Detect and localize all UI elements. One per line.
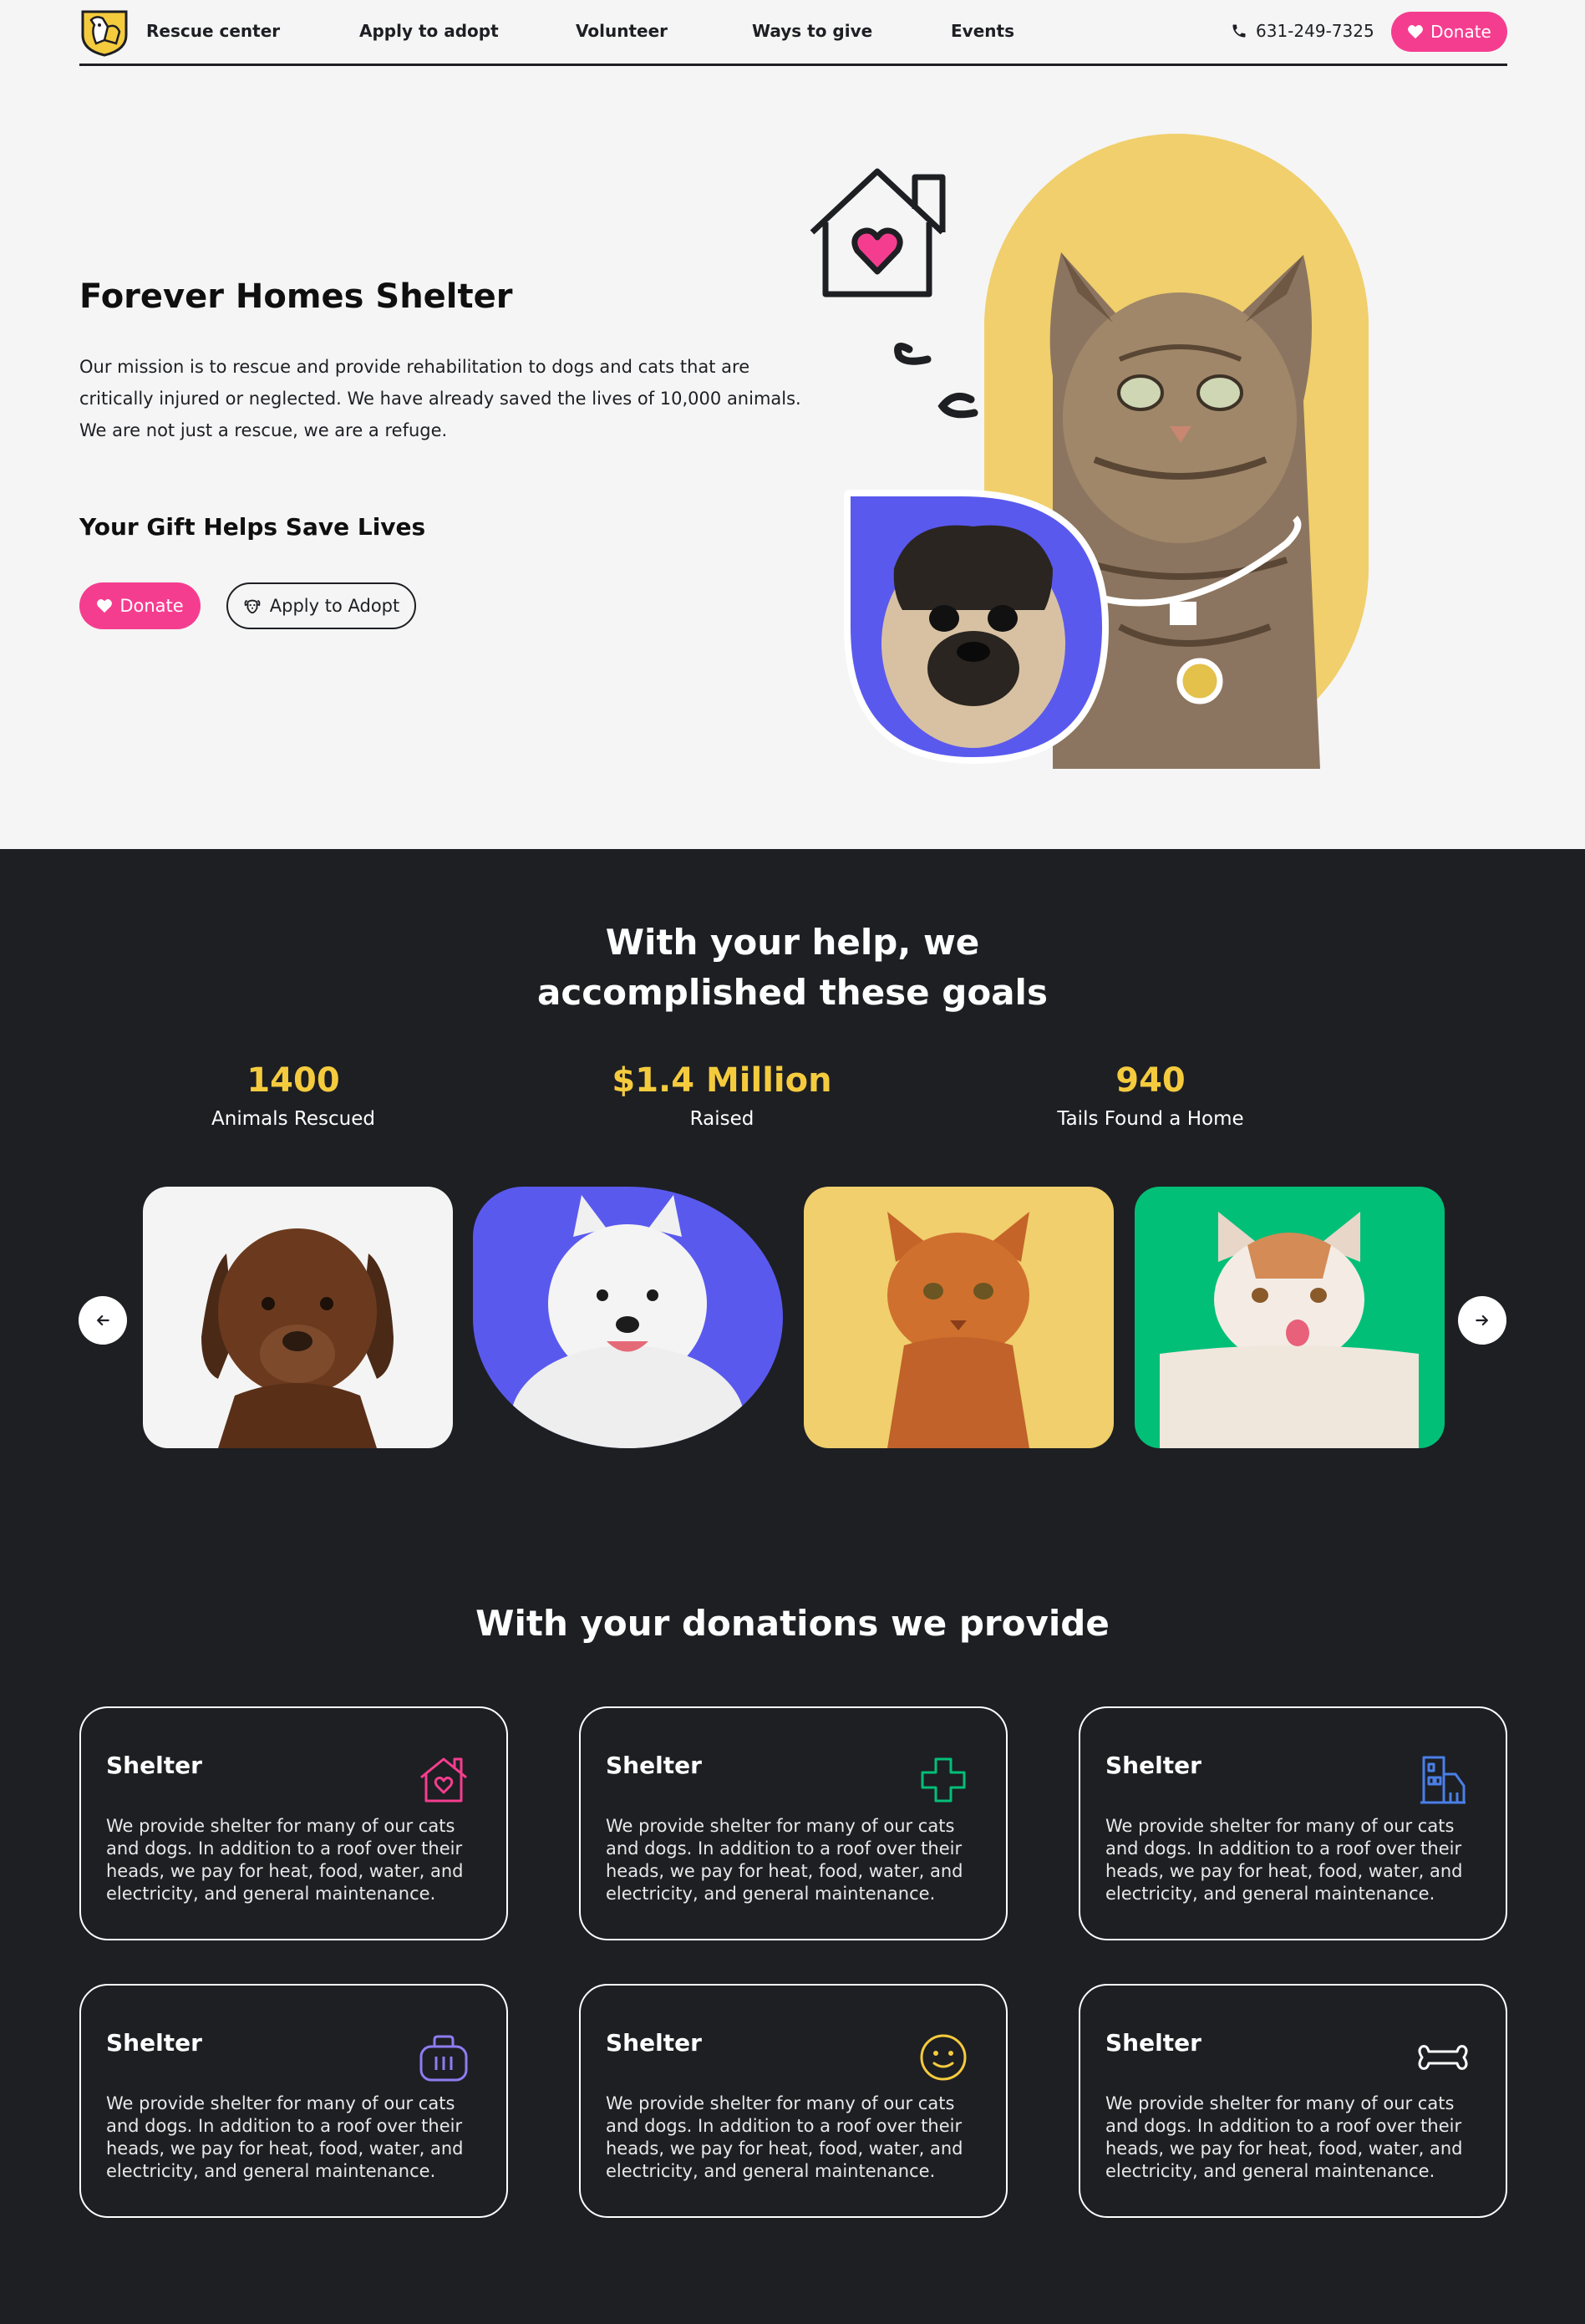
hero-donate-label: Donate: [119, 596, 184, 616]
pet-carrier-icon: [419, 2035, 468, 2082]
provide-card-title: Shelter: [106, 2029, 202, 2057]
dog-face-icon: [244, 599, 261, 614]
nav-link-events[interactable]: Events: [951, 21, 1014, 41]
stat-label: Tails Found a Home: [1057, 1108, 1244, 1130]
provide-card: Shelter We provide shelter for many of o…: [79, 1706, 508, 1940]
hero-title: Forever Homes Shelter: [79, 277, 513, 316]
white-orange-cat-image: [1160, 1212, 1419, 1448]
carousel-card-white-orange-cat[interactable]: [1135, 1187, 1445, 1448]
nav-link-apply-to-adopt[interactable]: Apply to adopt: [359, 21, 499, 41]
provide-card: Shelter We provide shelter for many of o…: [1079, 1984, 1507, 2218]
squiggle-decoration: [894, 342, 932, 365]
stat-tails-found-a-home: 940 Tails Found a Home: [983, 1060, 1318, 1130]
stat-raised: $1.4 Million Raised: [555, 1060, 889, 1130]
arrow-left-icon: [97, 1315, 109, 1326]
hero-apply-to-adopt-button[interactable]: Apply to Adopt: [226, 582, 416, 629]
nav-link-volunteer[interactable]: Volunteer: [576, 21, 668, 41]
hero-adopt-label: Apply to Adopt: [269, 596, 400, 616]
heart-icon: [1408, 25, 1424, 39]
stat-value: $1.4 Million: [612, 1061, 832, 1100]
stat-value: 940: [1115, 1061, 1186, 1100]
arrow-right-icon: [1476, 1315, 1488, 1326]
phone-number: 631-249-7325: [1256, 21, 1374, 41]
phone-icon: [1232, 24, 1246, 38]
phone-link[interactable]: 631-249-7325: [1231, 21, 1374, 41]
provide-card: Shelter We provide shelter for many of o…: [579, 1706, 1008, 1940]
stat-animals-rescued: 1400 Animals Rescued: [126, 1060, 460, 1130]
provide-card-title: Shelter: [606, 2029, 702, 2057]
building-icon: [1420, 1756, 1466, 1804]
provide-card-title: Shelter: [106, 1752, 202, 1779]
carousel-next-button[interactable]: [1458, 1296, 1506, 1345]
brown-dog-image: [201, 1228, 394, 1448]
stat-label: Raised: [689, 1108, 754, 1130]
orange-cat-image: [887, 1212, 1029, 1448]
nav-donate-button[interactable]: Donate: [1391, 12, 1507, 52]
squiggle-decoration: [937, 392, 978, 419]
provide-card-text: We provide shelter for many of our cats …: [106, 2093, 464, 2181]
hero-mission-text: Our mission is to rescue and provide reh…: [79, 357, 801, 440]
provide-card-text: We provide shelter for many of our cats …: [606, 2093, 963, 2181]
logo-icon[interactable]: [79, 7, 130, 57]
provide-card: Shelter We provide shelter for many of o…: [1079, 1706, 1507, 1940]
provide-title: With your donations we provide: [475, 1603, 1110, 1644]
smiley-icon: [920, 2034, 967, 2081]
provide-card-title: Shelter: [606, 1752, 702, 1779]
top-nav: Rescue center Apply to adopt Volunteer W…: [79, 0, 1507, 66]
medical-cross-icon: [921, 1757, 966, 1803]
provide-card-text: We provide shelter for many of our cats …: [606, 1816, 963, 1904]
provide-card: Shelter We provide shelter for many of o…: [579, 1984, 1008, 2218]
hero-illustration: [810, 134, 1369, 769]
provide-card-title: Shelter: [1105, 1752, 1201, 1779]
hero-donate-button[interactable]: Donate: [79, 582, 201, 629]
nav-link-ways-to-give[interactable]: Ways to give: [752, 21, 872, 41]
goals-title: With your help, we accomplished these go…: [0, 918, 1585, 1018]
goals-title-line-1: With your help, we: [605, 922, 980, 963]
carousel-prev-button[interactable]: [79, 1296, 127, 1345]
nav-link-rescue-center[interactable]: Rescue center: [146, 21, 280, 41]
house-heart-icon: [810, 168, 946, 297]
stat-value: 1400: [246, 1061, 340, 1100]
nav-donate-label: Donate: [1430, 22, 1491, 42]
samoyed-image: [511, 1195, 744, 1448]
stat-label: Animals Rescued: [211, 1108, 375, 1130]
house-heart-icon: [420, 1757, 467, 1803]
provide-card: Shelter We provide shelter for many of o…: [79, 1984, 508, 2218]
provide-card-text: We provide shelter for many of our cats …: [1105, 2093, 1463, 2181]
provide-card-title: Shelter: [1105, 2029, 1201, 2057]
carousel-card-orange-cat[interactable]: [804, 1187, 1114, 1448]
heart-icon: [97, 599, 113, 613]
provide-card-text: We provide shelter for many of our cats …: [106, 1816, 464, 1904]
carousel-card-brown-dog[interactable]: [143, 1187, 453, 1448]
bone-icon: [1418, 2045, 1468, 2070]
carousel-card-samoyed[interactable]: [473, 1187, 783, 1448]
provide-card-text: We provide shelter for many of our cats …: [1105, 1816, 1463, 1904]
goals-title-line-2: accomplished these goals: [537, 972, 1048, 1013]
pug-image: [844, 490, 1110, 765]
hero-subtitle: Your Gift Helps Save Lives: [79, 513, 426, 541]
